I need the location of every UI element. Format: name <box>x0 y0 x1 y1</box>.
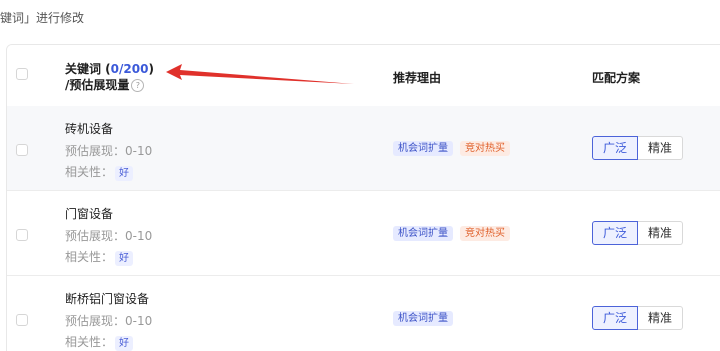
keyword-estimate: 预估展现：0-10 <box>65 229 153 243</box>
keyword-relevance: 相关性：好 <box>65 333 134 351</box>
reason-tag: 机会词扩量 <box>393 141 453 156</box>
keyword-relevance: 相关性：好 <box>65 248 134 266</box>
match-selector: 广泛 精准 <box>592 221 684 245</box>
keyword-table: 关键词 (0/200) /预估展现量? 推荐理由 匹配方案 砖机设备 预估展现：… <box>6 44 720 351</box>
keyword-name: 断桥铝门窗设备 <box>65 292 150 306</box>
match-exact-button[interactable]: 精准 <box>638 306 684 330</box>
match-exact-button[interactable]: 精准 <box>638 221 684 245</box>
table-row: 断桥铝门窗设备 预估展现：0-10 相关性：好 机会词扩量 广泛 精准 <box>7 276 720 351</box>
select-all-checkbox[interactable] <box>16 68 28 80</box>
match-broad-button[interactable]: 广泛 <box>592 221 639 245</box>
row-checkbox[interactable] <box>16 229 28 241</box>
help-icon[interactable]: ? <box>131 79 145 92</box>
keyword-estimate: 预估展现：0-10 <box>65 314 153 328</box>
reason-tag: 机会词扩量 <box>393 311 453 326</box>
table-row: 门窗设备 预估展现：0-10 相关性：好 机会词扩量 竞对热买 广泛 精准 <box>7 191 720 276</box>
reason-tag: 机会词扩量 <box>393 226 453 241</box>
match-broad-button[interactable]: 广泛 <box>592 306 639 330</box>
match-broad-button[interactable]: 广泛 <box>592 136 639 160</box>
header-estimate: /预估展现量? <box>65 76 145 93</box>
keyword-count: 0/200 <box>110 62 149 76</box>
arrow-shape <box>166 64 354 84</box>
keyword-name: 砖机设备 <box>65 122 114 136</box>
keyword-panel: 键词」进行修改 关键词 (0/200) /预估展现量? 推荐理由 匹配方案 砖机… <box>0 0 720 351</box>
reason-tag: 竞对热买 <box>460 226 510 241</box>
relevance-badge: 好 <box>115 166 134 181</box>
relevance-badge: 好 <box>115 251 134 266</box>
match-exact-button[interactable]: 精准 <box>638 136 684 160</box>
match-selector: 广泛 精准 <box>592 136 684 160</box>
header-keyword: 关键词 (0/200) <box>65 62 154 76</box>
keyword-relevance: 相关性：好 <box>65 163 134 181</box>
row-checkbox[interactable] <box>16 144 28 156</box>
top-hint-text: 键词」进行修改 <box>0 11 85 25</box>
annotation-arrow-icon <box>166 64 354 84</box>
relevance-badge: 好 <box>115 336 134 351</box>
header-match: 匹配方案 <box>592 71 641 85</box>
keyword-name: 门窗设备 <box>65 207 114 221</box>
reason-tag: 竞对热买 <box>460 141 510 156</box>
row-checkbox[interactable] <box>16 314 28 326</box>
keyword-estimate: 预估展现：0-10 <box>65 144 153 158</box>
match-selector: 广泛 精准 <box>592 306 684 330</box>
table-row: 砖机设备 预估展现：0-10 相关性：好 机会词扩量 竞对热买 广泛 精准 <box>7 106 720 191</box>
header-reason: 推荐理由 <box>393 71 442 85</box>
